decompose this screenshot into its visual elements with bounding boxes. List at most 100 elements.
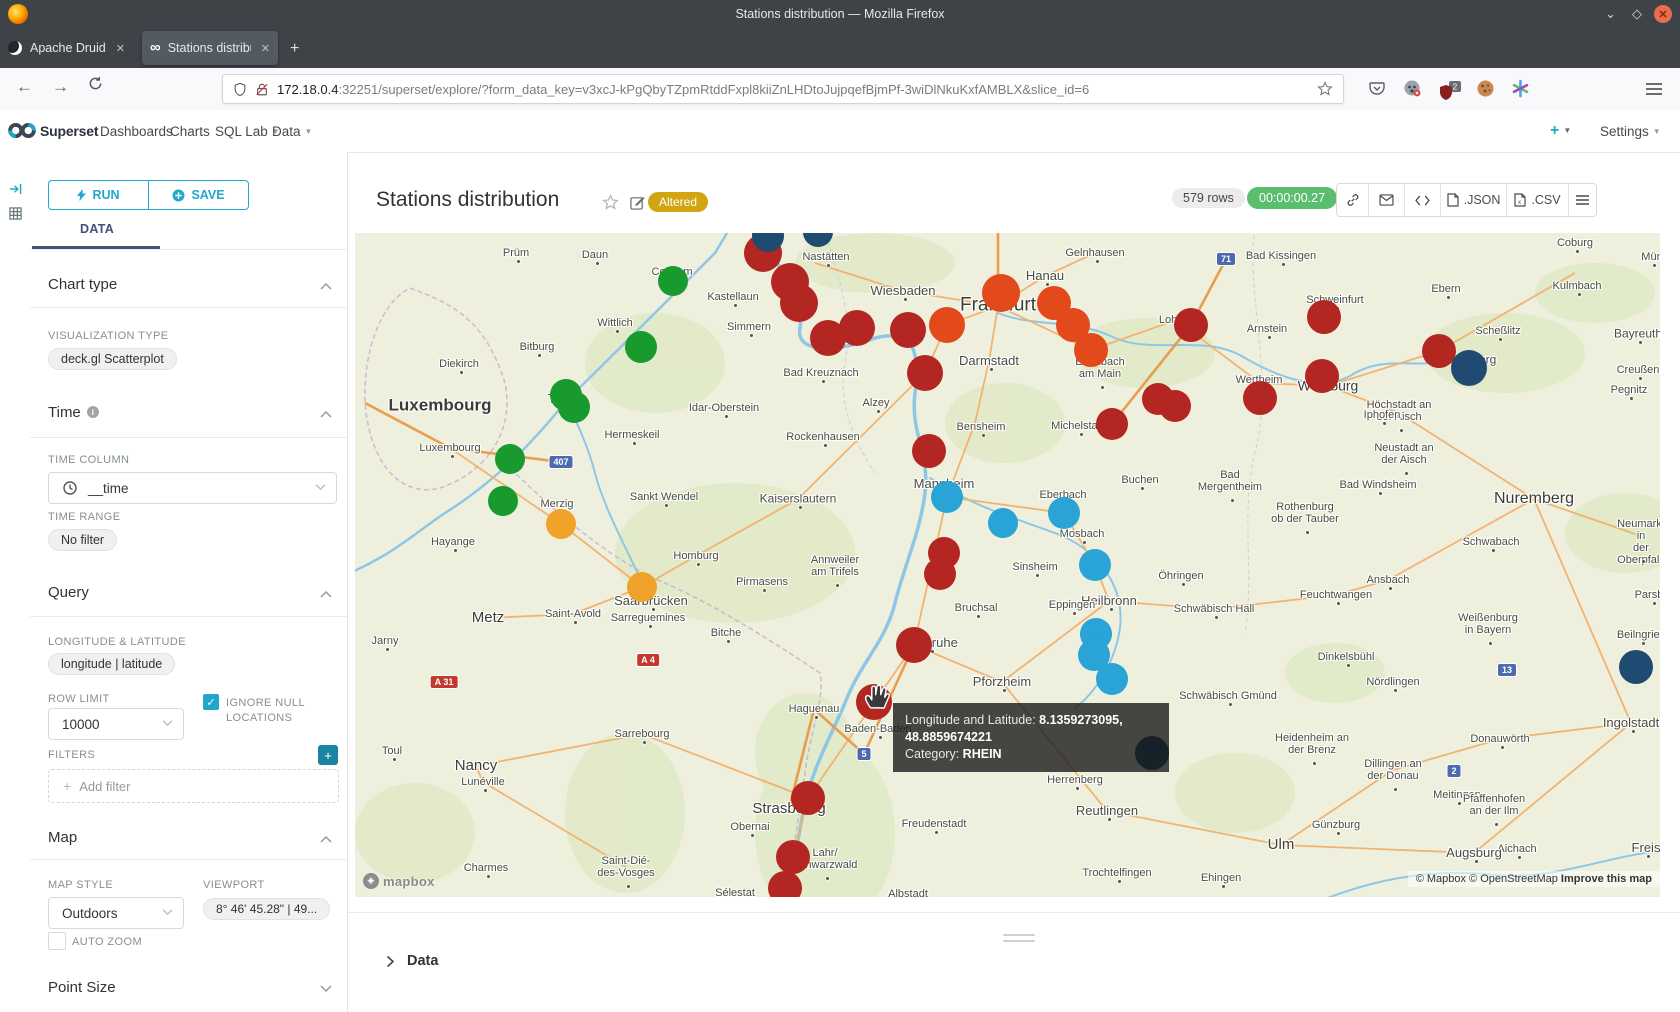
scatter-point[interactable] bbox=[625, 331, 657, 363]
chevron-up-icon[interactable] bbox=[320, 410, 332, 422]
scatter-point[interactable] bbox=[896, 627, 932, 663]
scatter-point[interactable] bbox=[1307, 300, 1341, 334]
tab-data[interactable]: DATA bbox=[80, 222, 114, 236]
scatter-point[interactable] bbox=[1074, 333, 1108, 367]
add-new-button[interactable]: +▼ bbox=[1550, 122, 1571, 140]
export-csv-button[interactable]: x .CSV bbox=[1506, 184, 1568, 216]
altered-badge[interactable]: Altered bbox=[648, 192, 708, 212]
ublock-icon[interactable]: 2 bbox=[1437, 81, 1463, 108]
bookmark-star-icon[interactable] bbox=[1317, 81, 1333, 97]
scatter-point[interactable] bbox=[890, 312, 926, 348]
scatter-point[interactable] bbox=[912, 434, 946, 468]
mapbox-logo[interactable]: ✦ mapbox bbox=[363, 873, 435, 889]
scatter-point[interactable] bbox=[929, 307, 965, 343]
nav-dashboards[interactable]: Dashboards bbox=[100, 124, 173, 139]
close-button[interactable]: ✕ bbox=[1654, 4, 1672, 24]
embed-code-button[interactable] bbox=[1404, 184, 1440, 216]
edit-title-icon[interactable] bbox=[630, 195, 645, 210]
section-point-size[interactable]: Point Size bbox=[48, 979, 116, 996]
scatter-point[interactable] bbox=[546, 509, 576, 539]
nav-data[interactable]: Data▼ bbox=[272, 124, 312, 139]
add-filter-dropzone[interactable]: + Add filter bbox=[48, 769, 339, 803]
scatter-point[interactable] bbox=[768, 871, 802, 897]
scatter-point[interactable] bbox=[988, 508, 1018, 538]
menu-icon[interactable] bbox=[1646, 82, 1662, 100]
insecure-lock-icon[interactable] bbox=[255, 82, 269, 97]
run-button[interactable]: RUN bbox=[49, 181, 148, 209]
scatter-point[interactable] bbox=[791, 781, 825, 815]
chevron-up-icon[interactable] bbox=[320, 590, 332, 602]
new-tab-button[interactable]: + bbox=[290, 40, 299, 58]
tab-apache-druid[interactable]: Apache Druid ✕ bbox=[8, 31, 138, 65]
section-query[interactable]: Query bbox=[48, 584, 89, 601]
resize-handle[interactable] bbox=[1003, 934, 1035, 936]
share-link-button[interactable] bbox=[1337, 184, 1368, 216]
resize-handle[interactable] bbox=[1003, 940, 1035, 942]
scatter-point[interactable] bbox=[1079, 549, 1111, 581]
add-filter-plus-button[interactable]: + bbox=[318, 745, 338, 765]
scatter-point[interactable] bbox=[1243, 381, 1277, 415]
viz-type-value[interactable]: deck.gl Scatterplot bbox=[48, 348, 177, 370]
back-button[interactable]: ← bbox=[16, 77, 33, 97]
scatter-point[interactable] bbox=[1096, 663, 1128, 695]
scatter-point[interactable] bbox=[1619, 650, 1653, 684]
time-range-value[interactable]: No filter bbox=[48, 529, 117, 551]
tab-close-icon[interactable]: ✕ bbox=[116, 42, 125, 55]
export-json-button[interactable]: .JSON bbox=[1440, 184, 1506, 216]
scatter-point[interactable] bbox=[495, 444, 525, 474]
minimize-button[interactable]: ⌄ bbox=[1605, 4, 1616, 24]
reload-button[interactable] bbox=[88, 76, 103, 96]
map-canvas[interactable]: PrümDaunCochemNastättenGelnhausenBad Kis… bbox=[355, 233, 1660, 897]
map-style-select[interactable]: Outdoors bbox=[48, 897, 184, 929]
nav-sql-lab[interactable]: SQL Lab▼ bbox=[215, 124, 280, 139]
chevron-up-icon[interactable] bbox=[320, 835, 332, 847]
viewport-value[interactable]: 8° 46' 45.28" | 49... bbox=[203, 898, 330, 920]
scatter-point[interactable] bbox=[924, 558, 956, 590]
scatter-point[interactable] bbox=[558, 391, 590, 423]
scatter-point[interactable] bbox=[982, 274, 1020, 312]
collapse-panel-icon[interactable] bbox=[9, 183, 22, 195]
shield-icon[interactable] bbox=[233, 82, 247, 97]
chart-menu-button[interactable] bbox=[1568, 184, 1596, 216]
brand-name[interactable]: Superset bbox=[40, 123, 98, 139]
scatter-point[interactable] bbox=[488, 486, 518, 516]
url-bar[interactable]: 172.18.0.4:32251/superset/explore/?form_… bbox=[222, 74, 1344, 104]
time-column-select[interactable]: __time bbox=[48, 472, 337, 504]
scatter-point[interactable] bbox=[780, 284, 818, 322]
chevron-down-icon[interactable] bbox=[320, 985, 332, 997]
email-button[interactable] bbox=[1368, 184, 1404, 216]
pocket-icon[interactable] bbox=[1368, 79, 1386, 102]
multi-account-containers-icon[interactable] bbox=[1511, 79, 1530, 103]
scatter-point[interactable] bbox=[658, 266, 688, 296]
row-limit-select[interactable]: 10000 bbox=[48, 708, 184, 740]
section-map[interactable]: Map bbox=[48, 829, 77, 846]
data-panel-toggle[interactable]: Data bbox=[386, 953, 438, 969]
scatter-point[interactable] bbox=[1451, 350, 1487, 386]
improve-map-link[interactable]: Improve this map bbox=[1561, 873, 1652, 885]
scatter-point[interactable] bbox=[907, 355, 943, 391]
auto-zoom-checkbox[interactable] bbox=[48, 932, 66, 950]
section-time[interactable]: Timei bbox=[48, 404, 99, 421]
save-button[interactable]: SAVE bbox=[148, 181, 248, 209]
section-chart-type[interactable]: Chart type bbox=[48, 276, 117, 293]
scatter-point[interactable] bbox=[627, 572, 657, 602]
settings-menu[interactable]: Settings▼ bbox=[1600, 124, 1661, 139]
scatter-point[interactable] bbox=[1174, 308, 1208, 342]
scatter-point[interactable] bbox=[1096, 408, 1128, 440]
scatter-point[interactable] bbox=[1048, 497, 1080, 529]
scatter-point[interactable] bbox=[839, 310, 875, 346]
nav-charts[interactable]: Charts bbox=[170, 124, 210, 139]
cookie-icon[interactable] bbox=[1476, 79, 1495, 103]
scatter-point[interactable] bbox=[776, 840, 810, 874]
scatter-point[interactable] bbox=[931, 481, 963, 513]
tab-close-icon[interactable]: ✕ bbox=[261, 42, 270, 55]
scatter-point[interactable] bbox=[1305, 359, 1339, 393]
maximize-button[interactable]: ◇ bbox=[1632, 4, 1642, 24]
ignore-null-checkbox[interactable]: ✓ bbox=[203, 694, 219, 710]
tab-stations-distribution[interactable]: ∞ Stations distribution ✕ bbox=[142, 31, 278, 65]
privacy-badger-icon[interactable] bbox=[1403, 79, 1422, 103]
datasource-grid-icon[interactable] bbox=[9, 207, 22, 220]
favorite-star-icon[interactable] bbox=[602, 194, 619, 211]
forward-button[interactable]: → bbox=[52, 77, 69, 97]
superset-logo-icon[interactable] bbox=[8, 121, 36, 140]
